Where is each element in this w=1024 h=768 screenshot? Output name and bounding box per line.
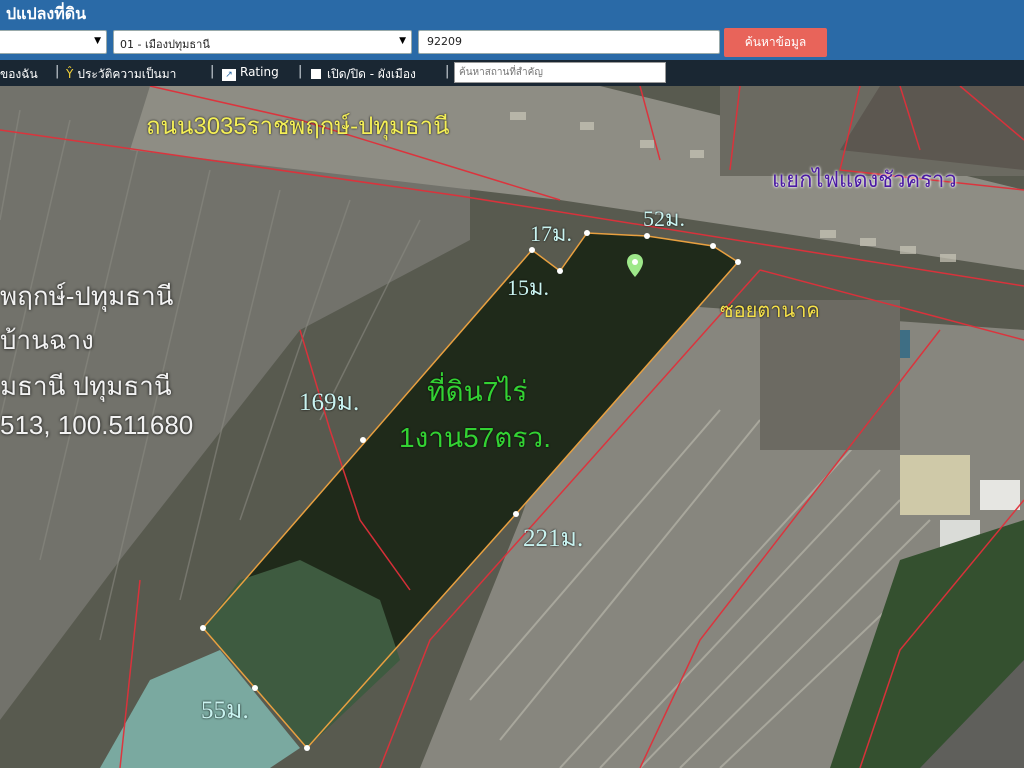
measure-right-long: 221ม. [523, 525, 584, 552]
page-title: ปแปลงที่ดิน [6, 4, 87, 23]
landmark-search-input[interactable] [454, 62, 666, 83]
toolbar-item-history-label: ประวัติความเป็นมา [77, 67, 177, 81]
coordinates-line: 513, 100.511680 [0, 410, 194, 440]
toolbar-separator: | [210, 64, 215, 79]
toolbar-item-cityplan-toggle[interactable]: เปิด/ปิด - ผังเมือง [311, 65, 416, 84]
search-button[interactable]: ค้นหาข้อมูล [724, 28, 827, 57]
toolbar-item-history[interactable]: Ŷ ประวัติความเป็นมา [66, 65, 176, 84]
toolbar-item-rating[interactable]: ↗ Rating [222, 65, 279, 81]
road-label-main: ถนน3035ราชพฤกษ์-ปทุมธานี [146, 113, 450, 140]
toolbar-item-cityplan-label: เปิด/ปิด - ผังเมือง [327, 67, 416, 81]
search-row: ▼ 01 - เมืองปทุมธานี ▼ 92209 ค้นหาข้อมูล [0, 26, 1024, 60]
district-select-value: 01 - เมืองปทุมธานี [120, 38, 210, 51]
parcel-area-line1: ที่ดิน7ไร่ [427, 376, 528, 407]
map-pin-icon[interactable] [626, 254, 644, 278]
chevron-down-icon: ▼ [94, 36, 101, 46]
measure-bottom: 55ม. [201, 697, 249, 724]
map-toolbar: ของฉัน | Ŷ ประวัติความเป็นมา | ↗ Rating | … [0, 60, 1024, 86]
soi-label: ซอยตานาค [720, 300, 820, 322]
title-bar: ปแปลงที่ดิน [0, 0, 1024, 26]
province-select[interactable]: ▼ [0, 30, 107, 54]
toolbar-item-mine-label: ของฉัน [0, 67, 38, 81]
toolbar-item-rating-label: Rating [240, 65, 279, 79]
address-line3: มธานี ปทุมธานี [0, 371, 172, 401]
parcel-number-input[interactable]: 92209 [418, 30, 720, 54]
measure-top-right: 52ม. [643, 206, 686, 231]
measure-left-long: 169ม. [299, 389, 360, 416]
district-select[interactable]: 01 - เมืองปทุมธานี ▼ [113, 30, 412, 54]
toolbar-separator: | [445, 64, 450, 79]
toolbar-separator: | [55, 64, 60, 79]
toolbar-separator: | [298, 64, 303, 79]
branch-icon: Ŷ [66, 67, 74, 81]
chart-icon: ↗ [222, 69, 236, 81]
parcel-area-line2: 1งาน57ตรว. [399, 422, 551, 453]
map-canvas[interactable]: ถนน3035ราชพฤกษ์-ปทุมธานี แยกไฟแดงชัวคราว… [0, 86, 1024, 768]
junction-label: แยกไฟแดงชัวคราว [772, 167, 957, 192]
measure-top-short: 17ม. [530, 221, 573, 246]
checkbox-icon [311, 69, 321, 79]
address-line1: พฤกษ์-ปทุมธานี [0, 281, 174, 311]
chevron-down-icon: ▼ [399, 36, 406, 46]
address-line2: บ้านฉาง [0, 325, 94, 355]
parcel-number-value: 92209 [427, 35, 462, 48]
measure-inner: 15ม. [507, 275, 550, 300]
toolbar-item-mine[interactable]: ของฉัน [0, 65, 38, 84]
